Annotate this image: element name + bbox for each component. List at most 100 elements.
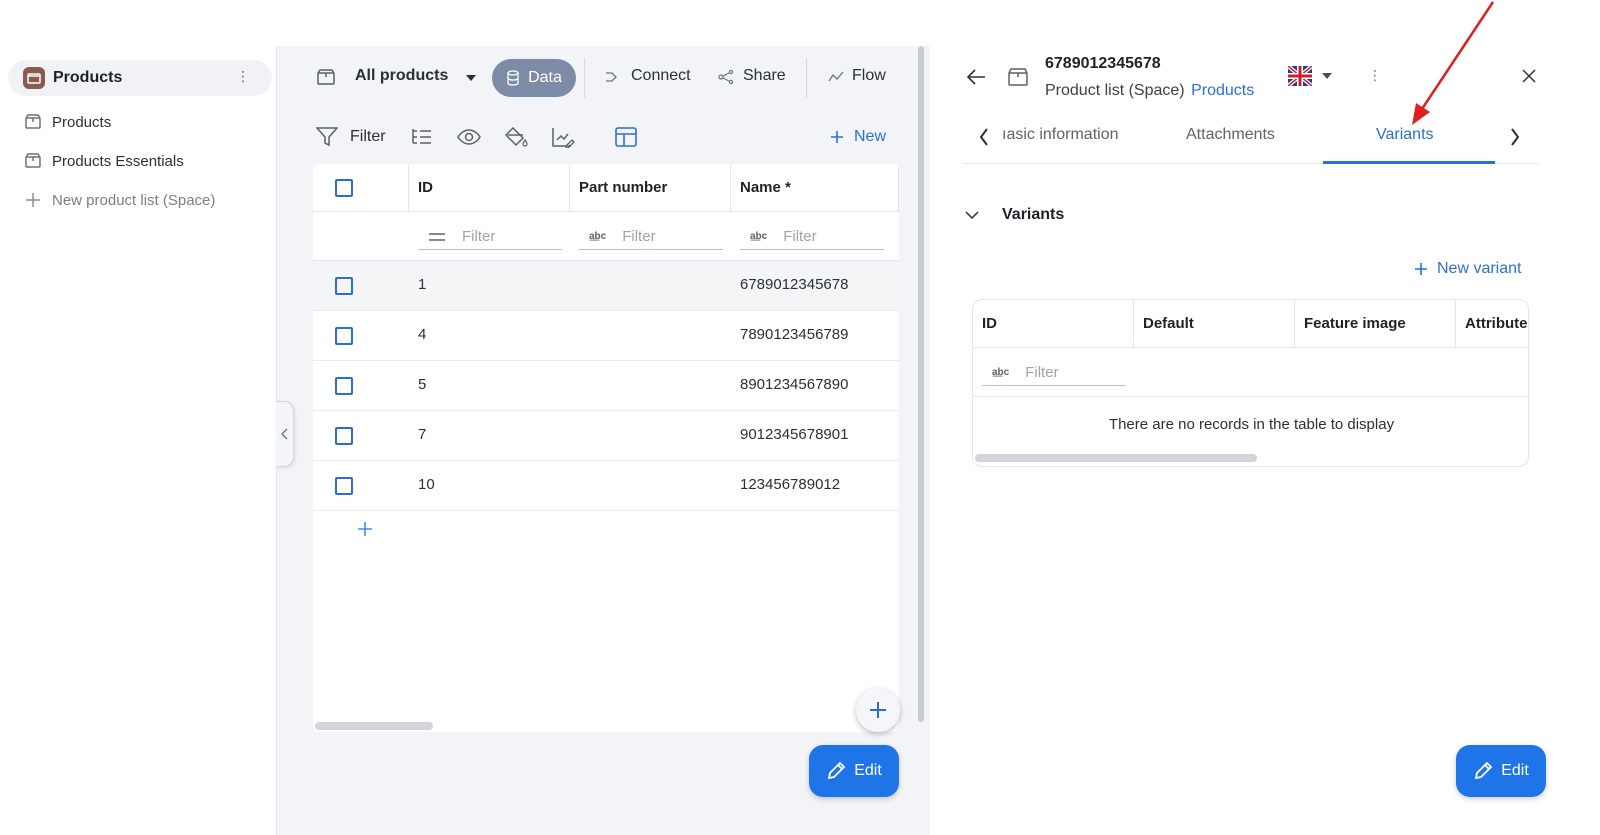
products-link[interactable]: Products [1191, 82, 1254, 99]
cell-name: 8901234567890 [740, 376, 849, 393]
annotation-arrow [1412, 1, 1495, 125]
connect-button[interactable]: Connect [631, 67, 691, 85]
caret-down-icon[interactable] [465, 74, 477, 82]
cell-id: 4 [418, 326, 427, 343]
column-header-feature-image[interactable]: Feature image [1295, 300, 1456, 348]
box-icon [24, 113, 42, 131]
variants-table: ID Default Feature image Attribute a͟bc … [972, 299, 1529, 467]
share-icon [718, 70, 734, 84]
id-filter[interactable]: Filter [418, 224, 562, 250]
chevron-left-icon [280, 428, 289, 440]
column-header-attribute[interactable]: Attribute [1456, 300, 1528, 348]
cell-name: 9012345678901 [740, 426, 849, 443]
sidebar-item-products-essentials[interactable]: Products Essentials [24, 149, 184, 173]
pencil-icon [826, 761, 846, 781]
column-header-name[interactable]: Name * [731, 164, 899, 212]
select-all-cell [313, 164, 409, 212]
table-row[interactable]: 5 8901234567890 [313, 361, 899, 411]
close-icon[interactable] [1522, 69, 1536, 83]
table-row[interactable]: 10 123456789012 [313, 461, 899, 511]
tab-scroll-right-icon[interactable] [1510, 128, 1520, 146]
text-type-icon: a͟bc [589, 231, 607, 242]
pencil-icon [1473, 761, 1493, 781]
view-name[interactable]: All products [355, 67, 448, 85]
horizontal-scrollbar[interactable] [315, 722, 433, 730]
column-header-id[interactable]: ID [973, 300, 1134, 348]
part-number-filter[interactable]: a͟bc Filter [579, 224, 723, 250]
sidebar-title: Products [53, 69, 123, 86]
back-arrow-icon[interactable] [966, 68, 986, 86]
flow-button[interactable]: Flow [852, 67, 886, 85]
plus-icon [869, 701, 887, 719]
sidebar-item-label: Products [52, 113, 112, 131]
equals-icon [428, 232, 446, 242]
box-icon [1007, 67, 1029, 87]
select-all-checkbox[interactable] [335, 179, 353, 197]
row-checkbox[interactable] [335, 327, 353, 345]
add-row-icon[interactable] [357, 521, 373, 537]
more-vertical-icon[interactable]: ⋮ [236, 68, 250, 85]
column-header-part-number[interactable]: Part number [570, 164, 731, 212]
new-record-button[interactable]: New [854, 128, 886, 146]
cell-id: 1 [418, 276, 427, 293]
products-app-icon [23, 67, 45, 89]
row-checkbox[interactable] [335, 427, 353, 445]
filter-button[interactable]: Filter [350, 128, 386, 146]
data-view-button[interactable]: Data [492, 59, 576, 97]
table-row[interactable]: 4 7890123456789 [313, 311, 899, 361]
column-header-id[interactable]: ID [409, 164, 570, 212]
table-row[interactable]: 7 9012345678901 [313, 411, 899, 461]
caret-down-icon[interactable] [1321, 72, 1333, 80]
cell-id: 7 [418, 426, 427, 443]
new-variant-button[interactable]: New variant [1437, 260, 1521, 278]
edit-button[interactable]: Edit [809, 745, 899, 797]
share-button[interactable]: Share [743, 67, 786, 85]
text-type-icon: a͟bc [992, 367, 1010, 378]
add-fab-button[interactable] [856, 688, 900, 732]
data-grid: ID Part number Name * Filter a͟bc Filter… [313, 164, 899, 732]
row-checkbox[interactable] [335, 377, 353, 395]
cell-id: 5 [418, 376, 427, 393]
cell-name: 6789012345678 [740, 276, 849, 293]
group-icon[interactable] [411, 127, 433, 147]
sidebar-item-products[interactable]: Products [24, 110, 111, 134]
cell-name: 123456789012 [740, 476, 841, 493]
connect-icon [605, 70, 621, 84]
flow-icon [828, 70, 844, 84]
column-header-default[interactable]: Default [1134, 300, 1295, 348]
paint-bucket-icon[interactable] [504, 126, 528, 148]
sidebar-item-label: New product list (Space) [52, 191, 216, 209]
row-checkbox[interactable] [335, 277, 353, 295]
edit-chart-icon[interactable] [551, 126, 575, 148]
name-filter[interactable]: a͟bc Filter [740, 224, 884, 250]
row-checkbox[interactable] [335, 477, 353, 495]
toolbar-divider [584, 58, 585, 98]
tab-scroll-left-icon[interactable] [979, 128, 989, 146]
id-filter[interactable]: a͟bc Filter [982, 360, 1126, 386]
sidebar-header[interactable]: Products ⋮ [8, 60, 272, 96]
uk-flag-icon[interactable] [1288, 66, 1312, 86]
sidebar-item-new-product-list[interactable]: New product list (Space) [24, 188, 215, 212]
tab-basic-information[interactable]: ıasic information [1002, 126, 1119, 144]
empty-table-message: There are no records in the table to dis… [1108, 416, 1395, 433]
edit-button[interactable]: Edit [1456, 745, 1546, 797]
text-type-icon: a͟bc [750, 231, 768, 242]
filter-icon[interactable] [316, 127, 338, 147]
table-layout-icon[interactable] [615, 127, 637, 147]
database-icon [506, 70, 520, 86]
sidebar: Products ⋮ Products Products Essentials … [0, 0, 276, 835]
box-icon [24, 152, 42, 170]
collapse-sidebar-handle[interactable] [276, 401, 294, 467]
chevron-down-icon[interactable] [965, 210, 979, 220]
table-panel: All products Data Connect Share Flow Fil… [276, 46, 930, 835]
eye-icon[interactable] [457, 128, 481, 146]
horizontal-scrollbar[interactable] [975, 454, 1257, 462]
vertical-scrollbar[interactable] [918, 46, 924, 722]
active-tab-indicator [1323, 161, 1495, 164]
more-vertical-icon[interactable]: ⋮ [1368, 67, 1382, 84]
table-row[interactable]: 1 6789012345678 [313, 261, 899, 311]
tab-attachments[interactable]: Attachments [1186, 126, 1275, 144]
row-divider [973, 396, 1528, 397]
cell-id: 10 [418, 476, 435, 493]
data-label: Data [528, 69, 562, 86]
